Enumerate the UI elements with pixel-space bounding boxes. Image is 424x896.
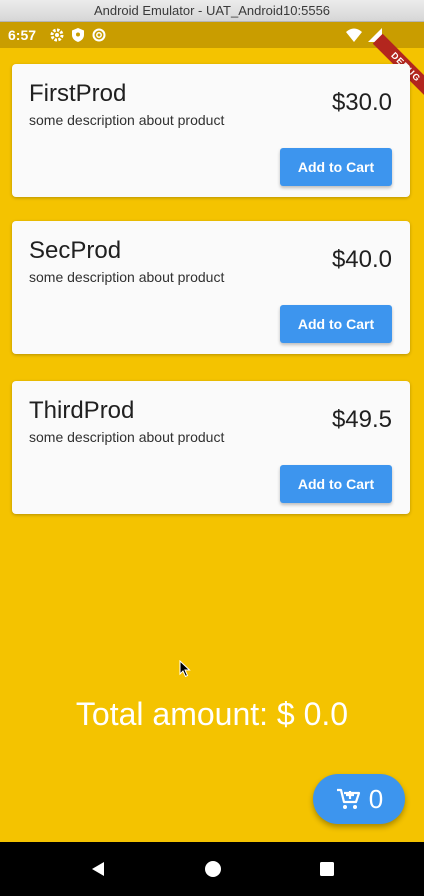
cart-fab-button[interactable]: 0 — [313, 774, 405, 824]
product-name: ThirdProd — [29, 397, 135, 424]
product-description: some description about product — [29, 269, 225, 285]
product-card: FirstProd some description about product… — [12, 64, 410, 197]
shield-icon — [72, 28, 85, 42]
product-name: FirstProd — [29, 80, 127, 107]
product-list: FirstProd some description about product… — [0, 48, 424, 842]
status-bar: 6:57 DEBUG — [0, 22, 424, 101]
product-price: $30.0 — [331, 89, 392, 116]
back-icon[interactable] — [89, 860, 107, 878]
product-description: some description about product — [29, 112, 225, 128]
product-card: SecProd some description about product $… — [12, 221, 410, 354]
window-titlebar: Android Emulator - UAT_Android10:5556 — [0, 0, 424, 22]
product-price: $49.5 — [331, 406, 392, 433]
product-card: ThirdProd some description about product… — [12, 381, 410, 514]
cart-count: 0 — [368, 783, 384, 814]
home-icon[interactable] — [204, 860, 222, 878]
recents-icon[interactable] — [319, 861, 335, 877]
product-price: $40.0 — [331, 246, 392, 273]
add-to-cart-button[interactable]: Add to Cart — [280, 465, 392, 503]
mouse-cursor-icon — [179, 660, 191, 678]
add-to-cart-button[interactable]: Add to Cart — [280, 148, 392, 186]
settings-icon — [50, 28, 64, 42]
product-description: some description about product — [29, 429, 225, 445]
add-shopping-cart-icon — [336, 788, 360, 809]
data-saver-icon — [92, 28, 106, 42]
wifi-icon — [346, 28, 362, 42]
navigation-bar — [0, 842, 424, 896]
window-title: Android Emulator - UAT_Android10:5556 — [93, 3, 331, 18]
product-name: SecProd — [29, 237, 122, 264]
total-amount: Total amount: $ 0.0 — [75, 696, 349, 732]
status-time: 6:57 — [8, 27, 37, 43]
add-to-cart-button[interactable]: Add to Cart — [280, 305, 392, 343]
